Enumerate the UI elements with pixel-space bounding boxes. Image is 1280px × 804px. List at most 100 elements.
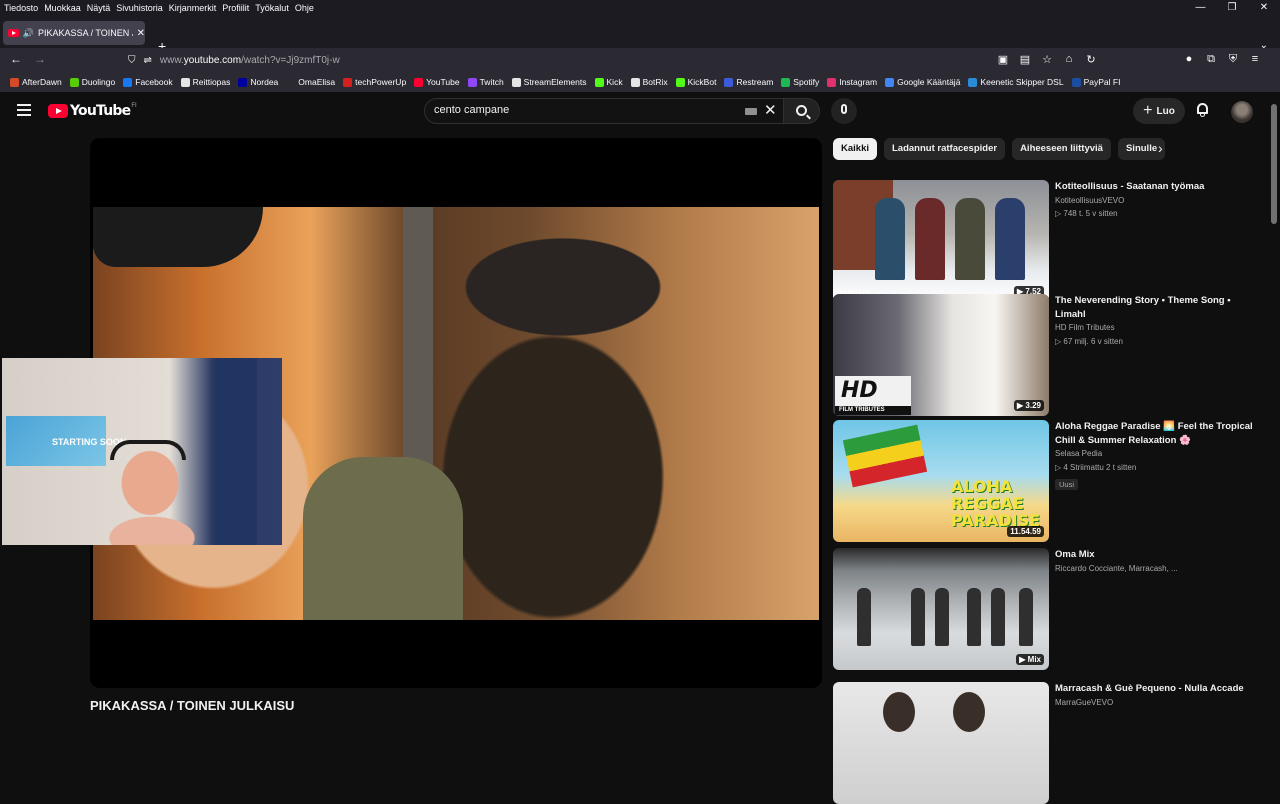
- bookmark-label: Duolingo: [81, 77, 116, 87]
- voice-search-button[interactable]: [831, 98, 857, 124]
- menu-help[interactable]: Ohje: [292, 3, 317, 13]
- guide-menu-icon[interactable]: [17, 104, 31, 119]
- related-channel[interactable]: MarraGueVEVO: [1055, 696, 1260, 710]
- video-thumbnail[interactable]: ▶ Mix: [833, 548, 1049, 670]
- create-label: Luo: [1156, 105, 1175, 117]
- menu-history[interactable]: Sivuhistoria: [113, 3, 166, 13]
- reload-icon[interactable]: ↻: [1080, 53, 1102, 66]
- bookmark-item[interactable]: BotRix: [630, 77, 668, 87]
- related-title[interactable]: Marracash & Guè Pequeno - Nulla Accade: [1055, 682, 1260, 696]
- reader-icon[interactable]: ▤: [1014, 53, 1036, 66]
- browser-tab[interactable]: 🔊 PIKAKASSA / TOINEN JULKAISU ✕: [3, 21, 145, 45]
- bookmark-item[interactable]: KickBot: [675, 77, 716, 87]
- related-video[interactable]: ALOHA REGGAE PARADISE 11.54.59 Aloha Reg…: [833, 420, 1263, 542]
- bookmark-label: Keenetic Skipper DSL: [980, 77, 1064, 87]
- close-tab-icon[interactable]: ✕: [137, 28, 145, 39]
- keyboard-icon[interactable]: [745, 108, 757, 115]
- shield-icon[interactable]: ⛉: [128, 55, 136, 66]
- toolbar-actions: ● ⧉ ⛨ ≡: [1178, 53, 1266, 66]
- menu-view[interactable]: Näytä: [84, 3, 114, 13]
- back-icon[interactable]: ←: [10, 52, 22, 66]
- bookmark-item[interactable]: StreamElements: [511, 77, 587, 87]
- close-window-button[interactable]: ✕: [1248, 0, 1280, 16]
- bookmark-item[interactable]: Instagram: [827, 77, 877, 87]
- related-video[interactable]: HD FILM TRIBUTES ▶ 3.29 The Neverending …: [833, 294, 1263, 416]
- bookmark-item[interactable]: Facebook: [123, 77, 173, 87]
- chevron-right-icon[interactable]: ›: [1158, 140, 1163, 156]
- search-icon: [796, 105, 807, 116]
- related-title[interactable]: Aloha Reggae Paradise 🌅 Feel the Tropica…: [1055, 420, 1260, 447]
- bookmark-item[interactable]: PayPal FI: [1071, 77, 1120, 87]
- scrollbar-thumb[interactable]: [1271, 104, 1277, 224]
- youtube-wordmark: YouTube: [70, 103, 131, 119]
- aloha-title-art: ALOHA REGGAE PARADISE: [951, 477, 1041, 530]
- speaker-icon[interactable]: 🔊: [23, 28, 34, 39]
- bookmark-item[interactable]: Twitch: [467, 77, 504, 87]
- menu-edit[interactable]: Muokkaa: [41, 3, 84, 13]
- bookmark-item[interactable]: Restream: [724, 77, 773, 87]
- chip-uploader[interactable]: Ladannut ratfacespider: [884, 138, 1006, 160]
- extensions-icon[interactable]: ⧉: [1200, 53, 1222, 66]
- bookmark-item[interactable]: Spotify: [781, 77, 819, 87]
- bookmark-item[interactable]: techPowerUp: [343, 77, 406, 87]
- related-filter-chips: Kaikki Ladannut ratfacespider Aiheeseen …: [833, 138, 1172, 160]
- related-video[interactable]: Marracash & Guè Pequeno - Nulla Accade M…: [833, 682, 1263, 804]
- related-title[interactable]: The Neverending Story • Theme Song • Lim…: [1055, 294, 1260, 321]
- video-thumbnail[interactable]: HD FILM TRIBUTES ▶ 3.29: [833, 294, 1049, 416]
- bookmark-item[interactable]: Reittiopas: [180, 77, 230, 87]
- bookmark-label: Restream: [736, 77, 774, 87]
- video-thumbnail[interactable]: vevo ▶ 7.52: [833, 180, 1049, 302]
- tab-title: PIKAKASSA / TOINEN JULKAISU: [38, 28, 133, 38]
- video-thumbnail[interactable]: [833, 682, 1049, 804]
- menu-profiles[interactable]: Profiilit: [219, 3, 252, 13]
- related-channel[interactable]: HD Film Tributes: [1055, 321, 1260, 335]
- search-button[interactable]: [784, 98, 820, 124]
- bookmark-item[interactable]: Keenetic Skipper DSL: [968, 77, 1064, 87]
- navigation-bar: ← → ⛉ ⇌ www. youtube.com/watch?v=Jj9zmfT0…: [0, 48, 1280, 72]
- menu-file[interactable]: Tiedosto: [0, 3, 41, 13]
- window-controls: — ❐ ✕: [1184, 0, 1280, 16]
- video-thumbnail[interactable]: ALOHA REGGAE PARADISE 11.54.59: [833, 420, 1049, 542]
- avatar[interactable]: [1231, 101, 1253, 123]
- related-channel[interactable]: Riccardo Cocciante, Marracash, ...: [1055, 562, 1260, 576]
- bookmark-item[interactable]: YouTube: [414, 77, 460, 87]
- ublock-icon[interactable]: ⛨: [1222, 53, 1244, 66]
- forward-icon[interactable]: →: [34, 52, 46, 66]
- related-video[interactable]: ▶ Mix Oma Mix Riccardo Cocciante, Marrac…: [833, 548, 1263, 670]
- bookmark-item[interactable]: Duolingo: [69, 77, 116, 87]
- search-input[interactable]: [434, 104, 724, 116]
- home-icon[interactable]: ⌂: [1058, 53, 1080, 66]
- related-title[interactable]: Kotiteollisuus - Saatanan työmaa: [1055, 180, 1260, 194]
- star-icon[interactable]: ☆: [1036, 53, 1058, 66]
- app-menu-icon[interactable]: ≡: [1244, 53, 1266, 66]
- related-channel[interactable]: KotiteollisuusVEVO: [1055, 194, 1260, 208]
- bookmark-item[interactable]: OmaElisa: [286, 77, 335, 87]
- webcam-overlay: STARTING SOON: [2, 358, 282, 545]
- bookmark-item[interactable]: Nordea: [238, 77, 278, 87]
- account-icon[interactable]: ●: [1178, 53, 1200, 66]
- related-video[interactable]: vevo ▶ 7.52 Kotiteollisuus - Saatanan ty…: [833, 180, 1263, 302]
- menu-tools[interactable]: Työkalut: [252, 3, 292, 13]
- chip-all[interactable]: Kaikki: [833, 138, 877, 160]
- permissions-icon[interactable]: ⇌: [144, 55, 152, 66]
- notifications-bell-icon[interactable]: [1196, 102, 1209, 117]
- page-scrollbar[interactable]: [1268, 92, 1280, 720]
- microphone-icon: [841, 104, 847, 114]
- bookmark-item[interactable]: AfterDawn: [10, 77, 62, 87]
- bookmark-item[interactable]: Kick: [594, 77, 623, 87]
- bookmark-icon: [123, 77, 133, 87]
- chip-related[interactable]: Aiheeseen liittyviä: [1012, 138, 1111, 160]
- minimize-button[interactable]: —: [1184, 0, 1216, 16]
- hd-logo: HD: [835, 376, 911, 406]
- restore-button[interactable]: ❐: [1216, 0, 1248, 16]
- bookmark-icon: [594, 77, 604, 87]
- create-button[interactable]: + Luo: [1133, 98, 1185, 124]
- youtube-logo[interactable]: YouTube FI: [48, 103, 137, 119]
- bookmark-item[interactable]: Google Kääntäjä: [885, 77, 960, 87]
- related-title[interactable]: Oma Mix: [1055, 548, 1260, 562]
- picture-icon[interactable]: ▣: [992, 53, 1014, 66]
- clear-search-icon[interactable]: ✕: [764, 101, 777, 119]
- related-channel[interactable]: Selasa Pedia: [1055, 447, 1260, 461]
- address-bar[interactable]: ⛉ ⇌ www. youtube.com/watch?v=Jj9zmfT0j-w: [128, 50, 988, 70]
- menu-bookmarks[interactable]: Kirjanmerkit: [166, 3, 220, 13]
